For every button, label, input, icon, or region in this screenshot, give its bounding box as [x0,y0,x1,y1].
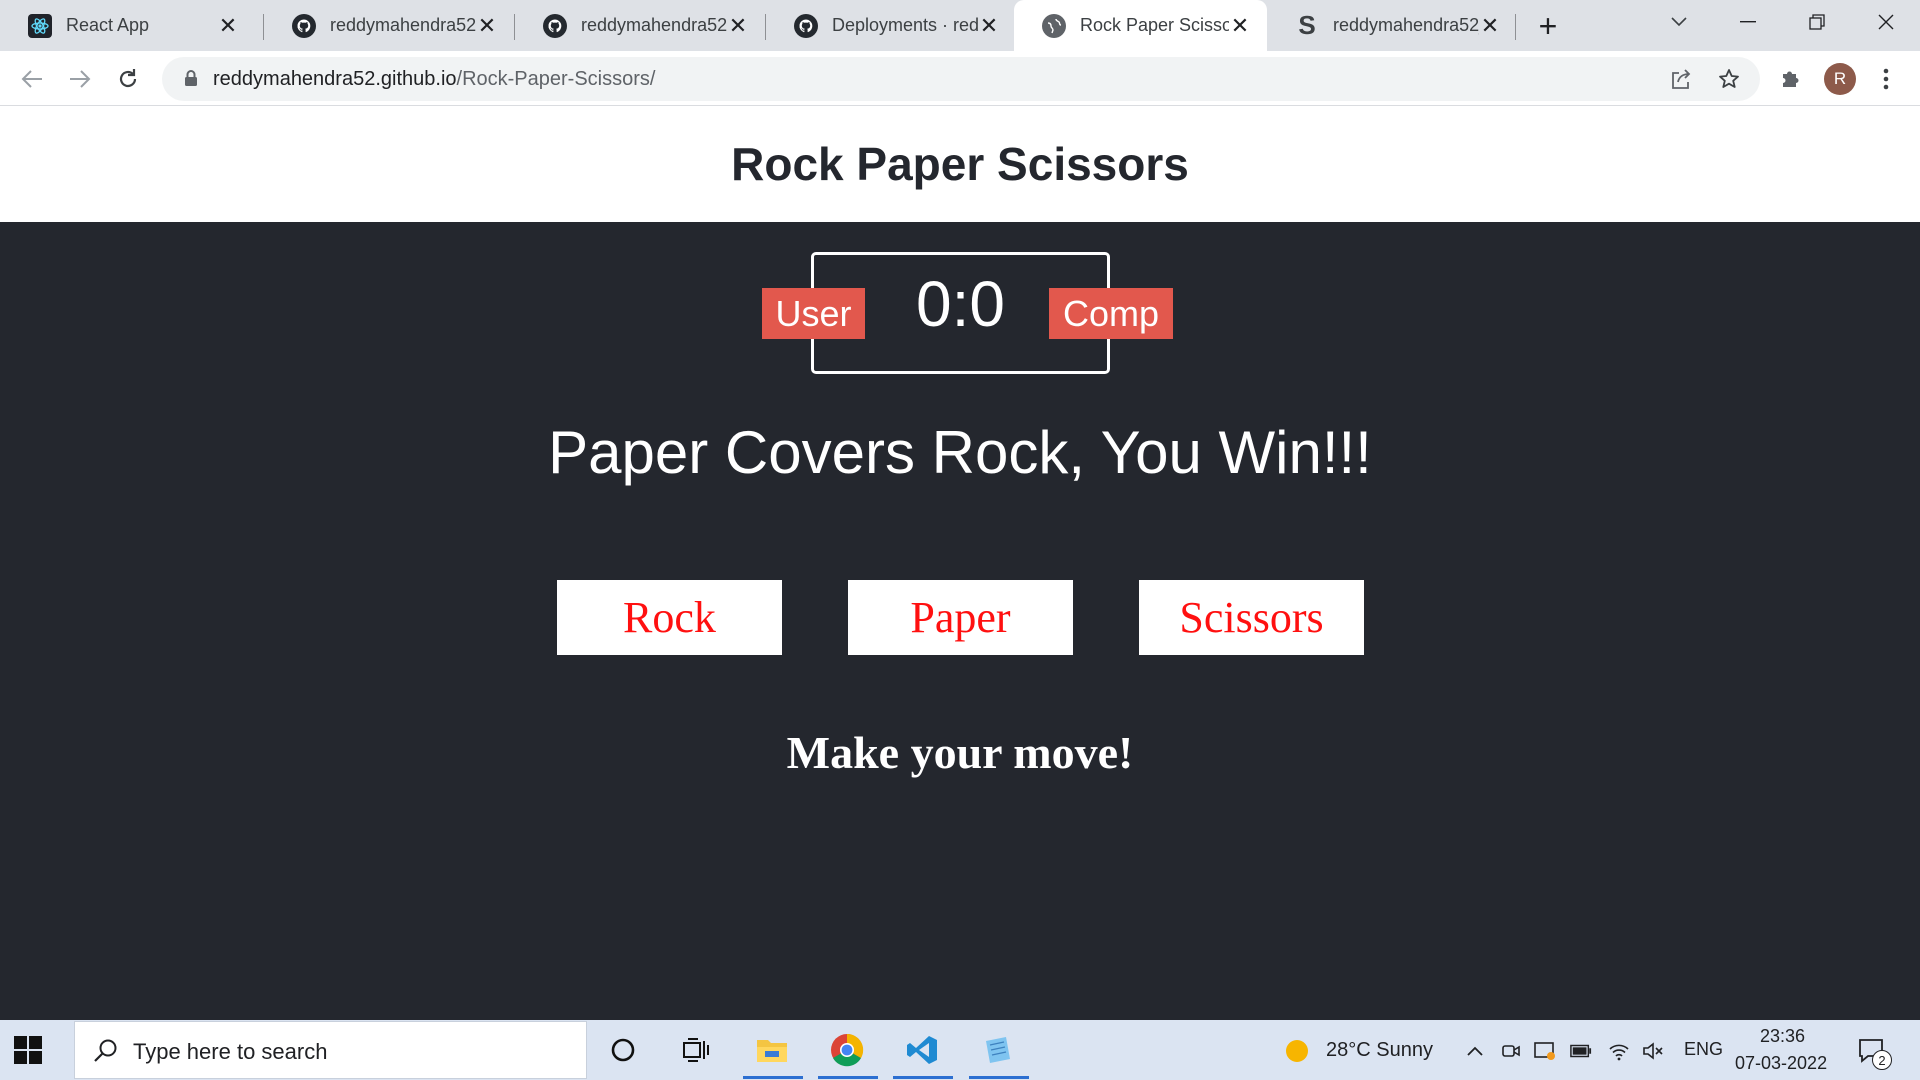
battery-icon[interactable] [1570,1040,1592,1062]
speaker-muted-icon[interactable] [1642,1040,1664,1062]
game-area: User 0:0 Comp Paper Covers Rock, You Win… [0,222,1920,1020]
globe-icon [1042,13,1066,38]
app-tray-icon[interactable] [1534,1040,1556,1062]
address-bar[interactable]: reddymahendra52.github.io/Rock-Paper-Sci… [162,57,1760,101]
taskbar-search[interactable]: Type here to search [74,1021,587,1079]
clock-date[interactable]: 07-03-2022 [1735,1053,1827,1074]
language-indicator[interactable]: ENG [1684,1039,1723,1060]
url-path: /Rock-Paper-Scissors/ [456,68,656,90]
rock-button[interactable]: Rock [557,580,782,655]
page-header: Rock Paper Scissors [0,106,1920,222]
scissors-button[interactable]: Scissors [1139,580,1364,655]
cortana-icon[interactable] [603,1030,643,1070]
minimize-icon[interactable] [1714,0,1782,44]
tab-github-repo-1[interactable]: reddymahendra52/ ✕ [264,0,514,51]
close-icon[interactable]: ✕ [217,13,239,38]
close-icon[interactable]: ✕ [476,13,498,38]
github-icon [543,13,567,38]
tab-github-repo-2[interactable]: reddymahendra52/ ✕ [515,0,765,51]
close-icon[interactable]: ✕ [1479,13,1501,38]
tab-s-site[interactable]: S reddymahendra52_ ✕ [1267,0,1517,51]
tab-strip: React App ✕ reddymahendra52/ ✕ reddymahe… [0,0,1920,51]
vscode-icon[interactable] [902,1030,942,1070]
search-icon [93,1038,119,1069]
weather-sun-icon[interactable] [1284,1038,1310,1064]
tab-title: React App [66,15,150,35]
tab-title: reddymahendra52/ [581,15,727,35]
tab-react-app[interactable]: React App ✕ [0,0,255,51]
url-text[interactable]: reddymahendra52.github.io/Rock-Paper-Sci… [213,68,655,91]
action-message: Make your move! [786,727,1134,778]
clock-time[interactable]: 23:36 [1760,1026,1805,1047]
forward-arrow-icon[interactable] [60,59,100,99]
weather-text[interactable]: 28°C Sunny [1326,1039,1433,1062]
close-icon[interactable]: ✕ [978,13,1000,38]
search-placeholder: Type here to search [133,1039,328,1064]
tab-title: Deployments · redd [832,15,978,35]
tab-title: reddymahendra52/ [330,15,476,35]
notification-count-badge: 2 [1872,1050,1892,1070]
close-icon[interactable]: ✕ [1229,13,1251,38]
tab-title: Rock Paper Scissors [1080,15,1229,35]
browser-toolbar: reddymahendra52.github.io/Rock-Paper-Sci… [0,51,1920,106]
taskbar: Type here to search 28°C Sunny ENG 23:36… [0,1020,1920,1080]
windows-start-icon[interactable] [14,1036,44,1066]
restore-icon[interactable] [1783,0,1851,44]
profile-avatar[interactable]: R [1824,63,1856,95]
tab-title: reddymahendra52_ [1333,15,1479,35]
wifi-icon[interactable] [1608,1040,1630,1062]
tab-deployments[interactable]: Deployments · redd ✕ [766,0,1016,51]
paper-button[interactable]: Paper [848,580,1073,655]
result-message: Paper Covers Rock, You Win!!! [548,419,1372,486]
tab-search-chevron-icon[interactable] [1645,0,1713,44]
reload-icon[interactable] [108,59,148,99]
extensions-puzzle-icon[interactable] [1776,65,1804,93]
meet-now-icon[interactable] [1500,1040,1522,1062]
chrome-icon[interactable] [827,1030,867,1070]
github-icon [292,13,316,38]
file-explorer-icon[interactable] [752,1030,792,1070]
back-arrow-icon[interactable] [12,59,52,99]
chevron-up-icon[interactable] [1464,1040,1486,1062]
lock-icon[interactable] [184,69,198,92]
task-view-icon[interactable] [676,1030,716,1070]
close-icon[interactable]: ✕ [727,13,749,38]
close-window-icon[interactable] [1852,0,1920,44]
bookmark-star-icon[interactable] [1717,67,1741,91]
more-menu-icon[interactable] [1872,65,1900,93]
s-icon: S [1298,10,1316,40]
page-title: Rock Paper Scissors [731,138,1189,190]
notepad-icon[interactable] [978,1030,1018,1070]
share-icon[interactable] [1669,67,1693,91]
comp-badge: Comp [1049,288,1173,339]
url-host: reddymahendra52.github.io [213,68,457,90]
react-icon [28,13,52,38]
tab-rock-paper-scissors[interactable]: Rock Paper Scissors ✕ [1014,0,1267,51]
github-icon [794,13,818,38]
new-tab-button[interactable]: + [1530,8,1566,44]
